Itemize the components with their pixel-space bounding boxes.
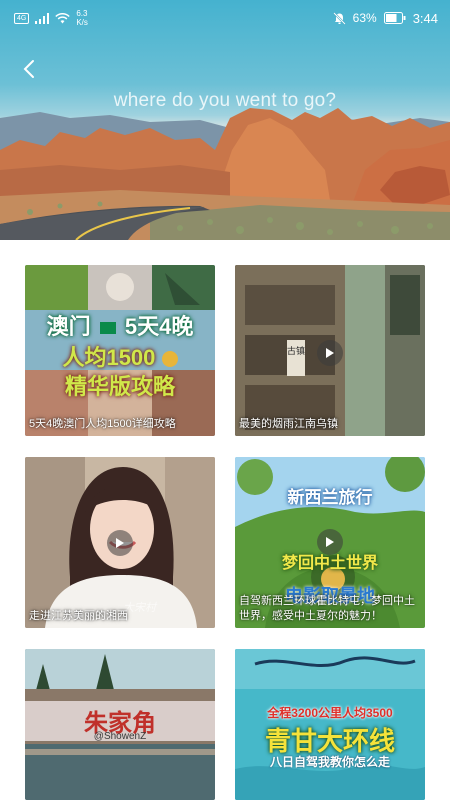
play-icon: [116, 538, 124, 548]
macau-title-budget: 人均1500: [62, 345, 156, 370]
macau-title-duration: 5天4晚: [124, 314, 194, 339]
network-speed: 6.3 K/s: [76, 9, 88, 27]
guide-card-macau[interactable]: 澳门 5天4晚 人均1500 精华版攻略 5天4晚澳门人均1500详细攻略: [25, 265, 215, 436]
back-button[interactable]: [14, 54, 44, 84]
guide-card-qinggan[interactable]: 全程3200公里人均3500 青甘大环线 八日自驾我教你怎么走: [235, 649, 425, 800]
clock-time: 3:44: [412, 10, 438, 26]
mute-bell-icon: [332, 11, 346, 25]
play-button[interactable]: [317, 340, 343, 366]
battery-icon: [383, 12, 406, 24]
status-bar: 4G 6.3 K/s 63% 3:44: [0, 0, 450, 36]
money-bag-icon: [161, 351, 178, 368]
play-icon: [326, 348, 334, 358]
hero-banner: 4G 6.3 K/s 63% 3:44 where do you went to…: [0, 0, 450, 240]
speed-unit: K/s: [76, 18, 88, 27]
guide-card-zhujiajiao[interactable]: 朱家角 @ShowenZ: [25, 649, 215, 800]
wifi-icon: [55, 12, 71, 23]
card-caption: 最美的烟雨江南乌镇: [239, 418, 338, 430]
shop-sign: 古镇: [287, 340, 305, 376]
macau-flag-icon: [99, 322, 116, 335]
play-button[interactable]: [107, 530, 133, 556]
status-left-group: 4G 6.3 K/s: [14, 9, 88, 27]
chevron-left-icon: [23, 60, 34, 78]
signal-icon: [35, 12, 50, 24]
card-caption: 自驾新西兰环球霍比特屯，梦回中土世界，感受中土夏尔的魅力！: [239, 595, 415, 622]
card-caption: 走进江苏美丽的湘西: [29, 610, 128, 622]
macau-title-line2: 人均1500: [25, 340, 215, 372]
guide-card-wuzhen[interactable]: 古镇 最美的烟雨江南乌镇: [235, 265, 425, 436]
speed-value: 6.3: [76, 9, 88, 18]
macau-title-place: 澳门: [46, 314, 91, 339]
play-button[interactable]: [317, 529, 343, 555]
guide-card-xiangxi[interactable]: 大宋村 走进江苏美丽的湘西: [25, 457, 215, 628]
card-caption: 5天4晚澳门人均1500详细攻略: [29, 418, 176, 430]
network-type-badge: 4G: [14, 12, 30, 24]
macau-title-line1: 澳门 5天4晚: [25, 309, 215, 341]
status-right-group: 63% 3:44: [332, 10, 438, 26]
macau-title-line3: 精华版攻略: [64, 374, 175, 399]
battery-percent: 63%: [352, 11, 377, 25]
play-icon: [326, 537, 334, 547]
qinggan-title-line1: 全程3200公里人均3500: [267, 706, 393, 720]
qinggan-title-line3: 八日自驾我教你怎么走: [269, 755, 390, 769]
guide-card-new-zealand[interactable]: 新西兰旅行 梦回中土世界 电影取景地 自驾新西兰环球霍比特屯，梦回中土世界，感受…: [235, 457, 425, 628]
canyon-road-scenery: [0, 108, 450, 240]
zhujiajiao-author: @ShowenZ: [93, 731, 147, 742]
destination-prompt[interactable]: where do you went to go?: [0, 90, 450, 112]
nz-title-line1: 新西兰旅行: [287, 488, 373, 507]
travel-guide-grid: 澳门 5天4晚 人均1500 精华版攻略 5天4晚澳门人均1500详细攻略 古镇…: [0, 240, 450, 800]
